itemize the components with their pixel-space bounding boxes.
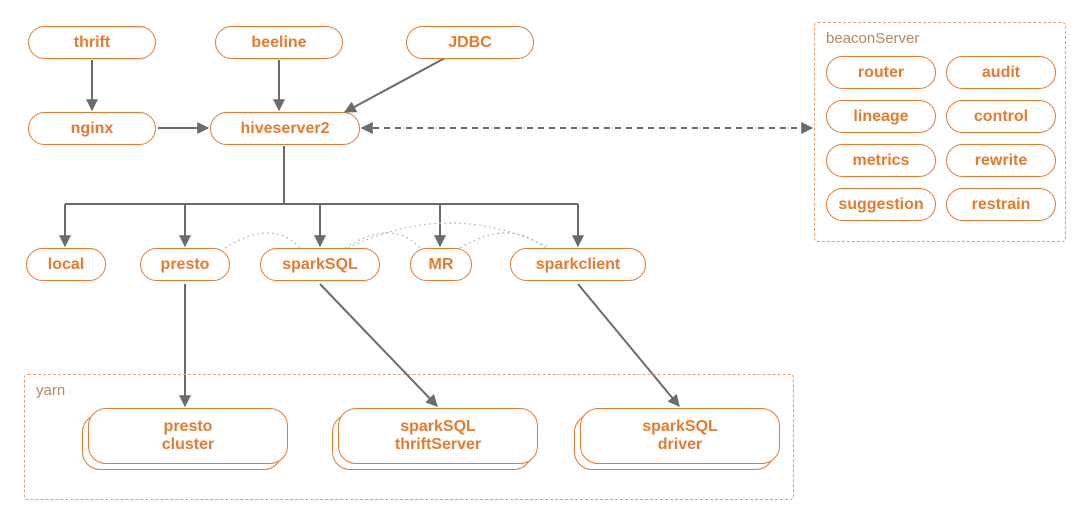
label-beeline: beeline [251, 34, 306, 51]
beacon-router: router [826, 56, 936, 89]
edge-dotted-mr-sparkclient [460, 233, 545, 248]
label-thrift: thrift [74, 34, 110, 51]
edge-dotted-presto-sparksql [225, 233, 300, 248]
beacon-control: control [946, 100, 1056, 133]
label-control: control [974, 108, 1028, 125]
node-presto: presto [140, 248, 230, 281]
edge-dotted-sparksql-mr [345, 233, 420, 248]
beacon-metrics: metrics [826, 144, 936, 177]
label-nginx: nginx [71, 120, 114, 137]
label-presto-cluster: presto cluster [162, 418, 214, 454]
label-audit: audit [982, 64, 1020, 81]
node-nginx: nginx [28, 112, 156, 145]
node-jdbc: JDBC [406, 26, 534, 59]
node-beeline: beeline [215, 26, 343, 59]
node-sparksql: sparkSQL [260, 248, 380, 281]
node-sparksql-driver: sparkSQL driver [580, 408, 780, 464]
beacon-restrain: restrain [946, 188, 1056, 221]
node-local: local [26, 248, 106, 281]
label-metrics: metrics [853, 152, 910, 169]
node-sparkclient: sparkclient [510, 248, 646, 281]
label-local: local [48, 256, 84, 273]
edge-jdbc-hiveserver2 [345, 58, 445, 112]
label-rewrite: rewrite [975, 152, 1027, 169]
label-sparkclient: sparkclient [536, 256, 620, 273]
edge-dotted-sparksql-sparkclient [348, 223, 550, 248]
node-sparksql-thriftserver: sparkSQL thriftServer [338, 408, 538, 464]
beacon-audit: audit [946, 56, 1056, 89]
node-mr: MR [410, 248, 472, 281]
node-thrift: thrift [28, 26, 156, 59]
node-hiveserver2: hiveserver2 [210, 112, 360, 145]
beacon-lineage: lineage [826, 100, 936, 133]
label-presto: presto [161, 256, 210, 273]
node-presto-cluster: presto cluster [88, 408, 288, 464]
group-beacon-title: beaconServer [826, 30, 919, 47]
label-lineage: lineage [853, 108, 908, 125]
group-yarn-title: yarn [36, 382, 65, 399]
label-mr: MR [429, 256, 454, 273]
label-restrain: restrain [972, 196, 1031, 213]
label-jdbc: JDBC [448, 34, 492, 51]
label-sparksql-driver: sparkSQL driver [642, 418, 718, 454]
label-suggestion: suggestion [838, 196, 923, 213]
beacon-suggestion: suggestion [826, 188, 936, 221]
label-router: router [858, 64, 904, 81]
label-sparksql-thriftserver: sparkSQL thriftServer [395, 418, 481, 454]
label-hiveserver2: hiveserver2 [241, 120, 330, 137]
label-sparksql: sparkSQL [282, 256, 358, 273]
beacon-rewrite: rewrite [946, 144, 1056, 177]
